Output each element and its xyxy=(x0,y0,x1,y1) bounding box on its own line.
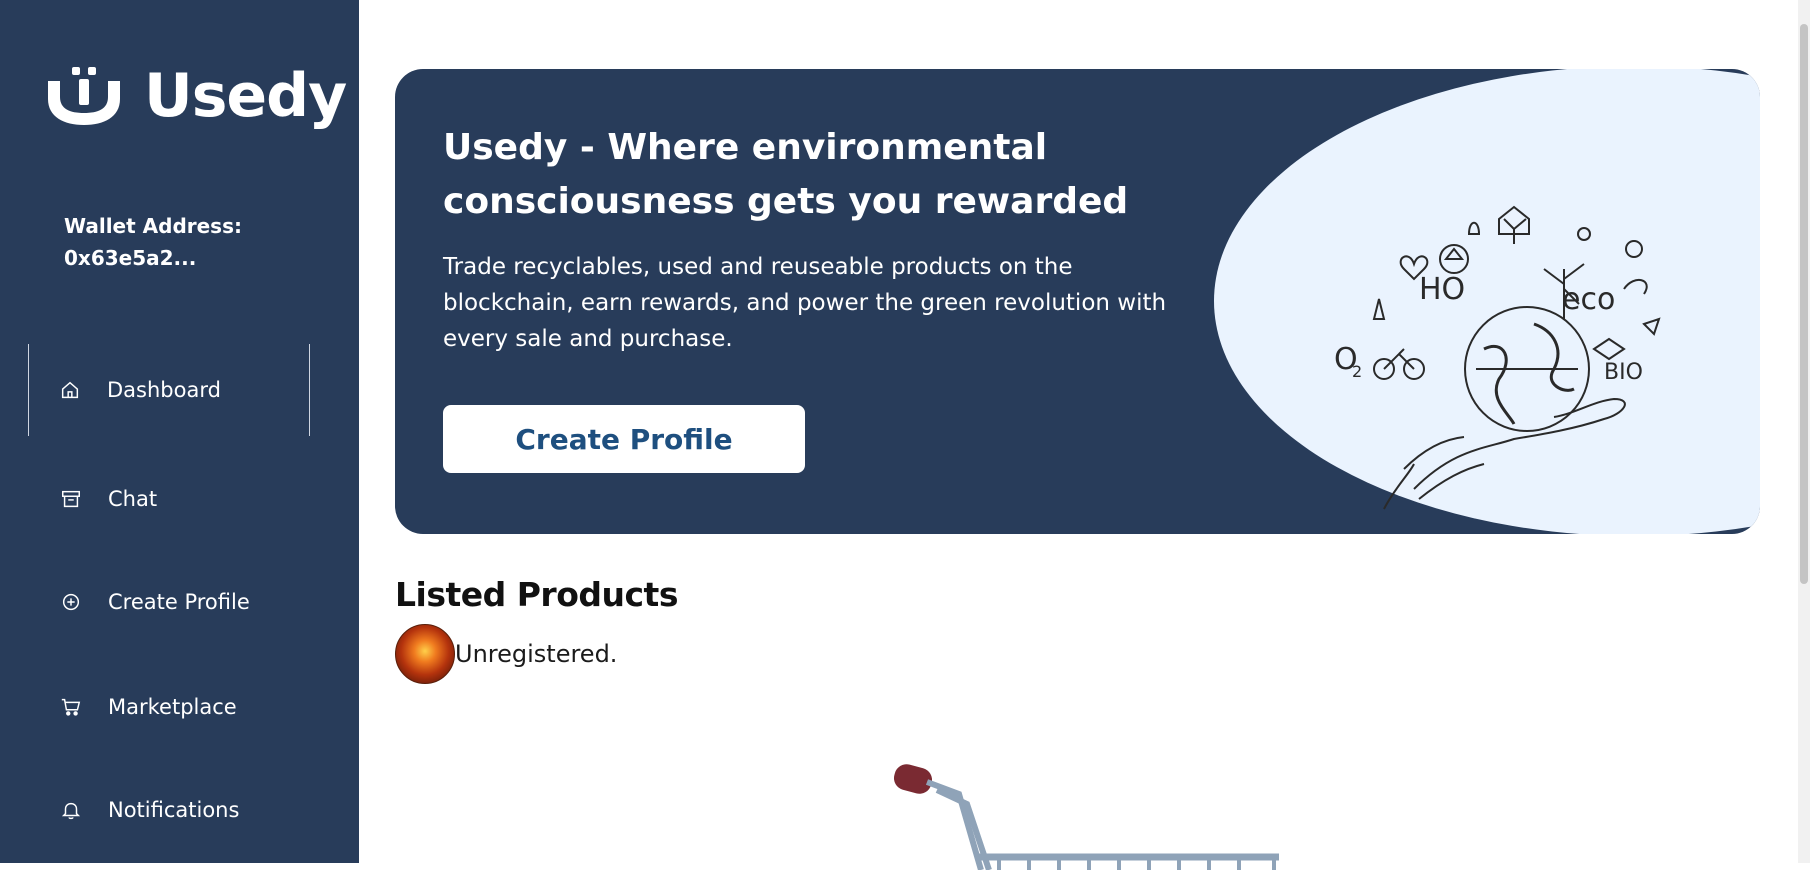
user-status-row: Unregistered. xyxy=(395,624,617,684)
bell-icon xyxy=(60,799,82,821)
wallet-value: 0x63e5a2... xyxy=(64,246,197,270)
svg-text:HO: HO xyxy=(1419,272,1465,307)
sidebar-item-label: Dashboard xyxy=(107,378,221,402)
sidebar-item-create-profile[interactable]: Create Profile xyxy=(28,556,310,648)
brand-name: Usedy xyxy=(144,61,347,131)
svg-text:BIO: BIO xyxy=(1604,360,1643,385)
sidebar-item-label: Chat xyxy=(108,487,158,511)
empty-cart-illustration xyxy=(893,764,1279,870)
svg-text:eco: eco xyxy=(1562,282,1615,317)
sidebar-item-notifications[interactable]: Notifications xyxy=(28,764,310,856)
create-profile-button[interactable]: Create Profile xyxy=(443,405,805,473)
sidebar-item-label: Marketplace xyxy=(108,695,237,719)
sidebar-item-label: Notifications xyxy=(108,798,240,822)
main-content: Usedy - Where environmental consciousnes… xyxy=(359,0,1810,870)
avatar[interactable] xyxy=(395,624,455,684)
hero-banner: Usedy - Where environmental consciousnes… xyxy=(395,69,1760,534)
sidebar: Usedy Wallet Address: 0x63e5a2... Dashbo… xyxy=(0,0,359,863)
plus-circle-icon xyxy=(60,591,82,613)
svg-text:2: 2 xyxy=(1352,362,1362,381)
cart-icon xyxy=(60,696,82,718)
scrollbar-thumb[interactable] xyxy=(1800,24,1808,584)
brand-logo[interactable]: Usedy xyxy=(46,61,347,131)
wallet-address: Wallet Address: 0x63e5a2... xyxy=(64,210,242,274)
sidebar-item-label: Create Profile xyxy=(108,590,250,614)
user-status-text: Unregistered. xyxy=(455,640,618,668)
listed-products-title: Listed Products xyxy=(395,575,678,614)
hero-description: Trade recyclables, used and reuseable pr… xyxy=(443,254,1167,352)
sidebar-item-chat[interactable]: Chat xyxy=(28,453,310,545)
home-icon xyxy=(59,379,81,401)
wallet-label: Wallet Address: xyxy=(64,214,242,238)
archive-icon xyxy=(60,488,82,510)
usedy-logo-icon xyxy=(48,67,120,125)
sidebar-item-marketplace[interactable]: Marketplace xyxy=(28,661,310,753)
hero-title: Usedy - Where environmental consciousnes… xyxy=(443,127,1129,222)
page-scrollbar[interactable] xyxy=(1798,0,1810,863)
eco-hand-globe-illustration: HO eco O 2 BIO xyxy=(1214,69,1760,534)
sidebar-item-dashboard[interactable]: Dashboard xyxy=(28,344,310,436)
